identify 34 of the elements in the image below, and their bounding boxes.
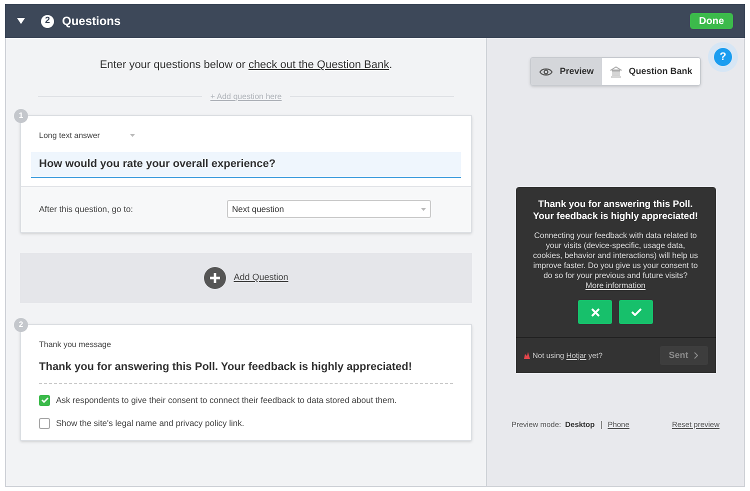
question-field[interactable]: How would you rate your overall experience? — [31, 152, 461, 178]
preview-tab[interactable]: Preview — [530, 58, 602, 85]
add-question-link[interactable]: Add Question — [234, 270, 288, 284]
eye-icon — [538, 66, 553, 76]
dropdown-caret-icon — [130, 134, 135, 137]
consent-text: Connecting your feedback with data related to your visits (device-specific, usage data, cookies, behavior and interactions) will help us improve faster. Do you give us your consent to do so for your previous and future visits? More information — [532, 231, 699, 291]
bank-icon — [610, 66, 622, 78]
step-number: 2 — [14, 318, 28, 332]
intro-text: Enter your questions below or check out the Question Bank. — [98, 58, 394, 73]
caret-icon[interactable] — [17, 18, 25, 24]
checkbox[interactable] — [39, 394, 50, 406]
reject-button[interactable] — [578, 300, 612, 324]
thank-you-field[interactable]: Thank you for answering this Poll. Your feedback is highly appreciated! — [39, 358, 453, 384]
checkbox[interactable] — [39, 418, 50, 429]
checkbox-label: Show the site's legal name and privacy policy link. — [56, 416, 244, 430]
question-bank-link[interactable]: check out the Question Bank — [248, 59, 390, 71]
widget-title: Thank you for answering this Poll. Your feedback is highly appreciated! — [532, 199, 700, 223]
next-step-select[interactable]: Next question — [227, 200, 431, 218]
step-number: 2 — [41, 14, 54, 28]
more-information-link[interactable]: More information — [585, 281, 646, 290]
dropdown-caret-icon — [421, 208, 426, 210]
chevron-right-icon — [694, 352, 698, 359]
close-icon — [590, 308, 600, 316]
field-label: Thank you message — [39, 338, 112, 350]
plus-icon[interactable] — [204, 266, 226, 288]
flame-icon — [524, 352, 530, 359]
preview-tab[interactable]: Question Bank — [602, 58, 700, 85]
checkbox-label: Ask respondents to give their consent to connect their feedback to data stored about them. — [56, 394, 397, 407]
logic-label: After this question, go to: — [39, 202, 134, 216]
accept-button[interactable] — [619, 300, 653, 324]
question-number: 1 — [14, 108, 28, 122]
question-type-dropdown[interactable]: Long text answer — [31, 130, 461, 142]
check-icon — [630, 308, 642, 316]
section-title: Questions — [62, 13, 121, 30]
